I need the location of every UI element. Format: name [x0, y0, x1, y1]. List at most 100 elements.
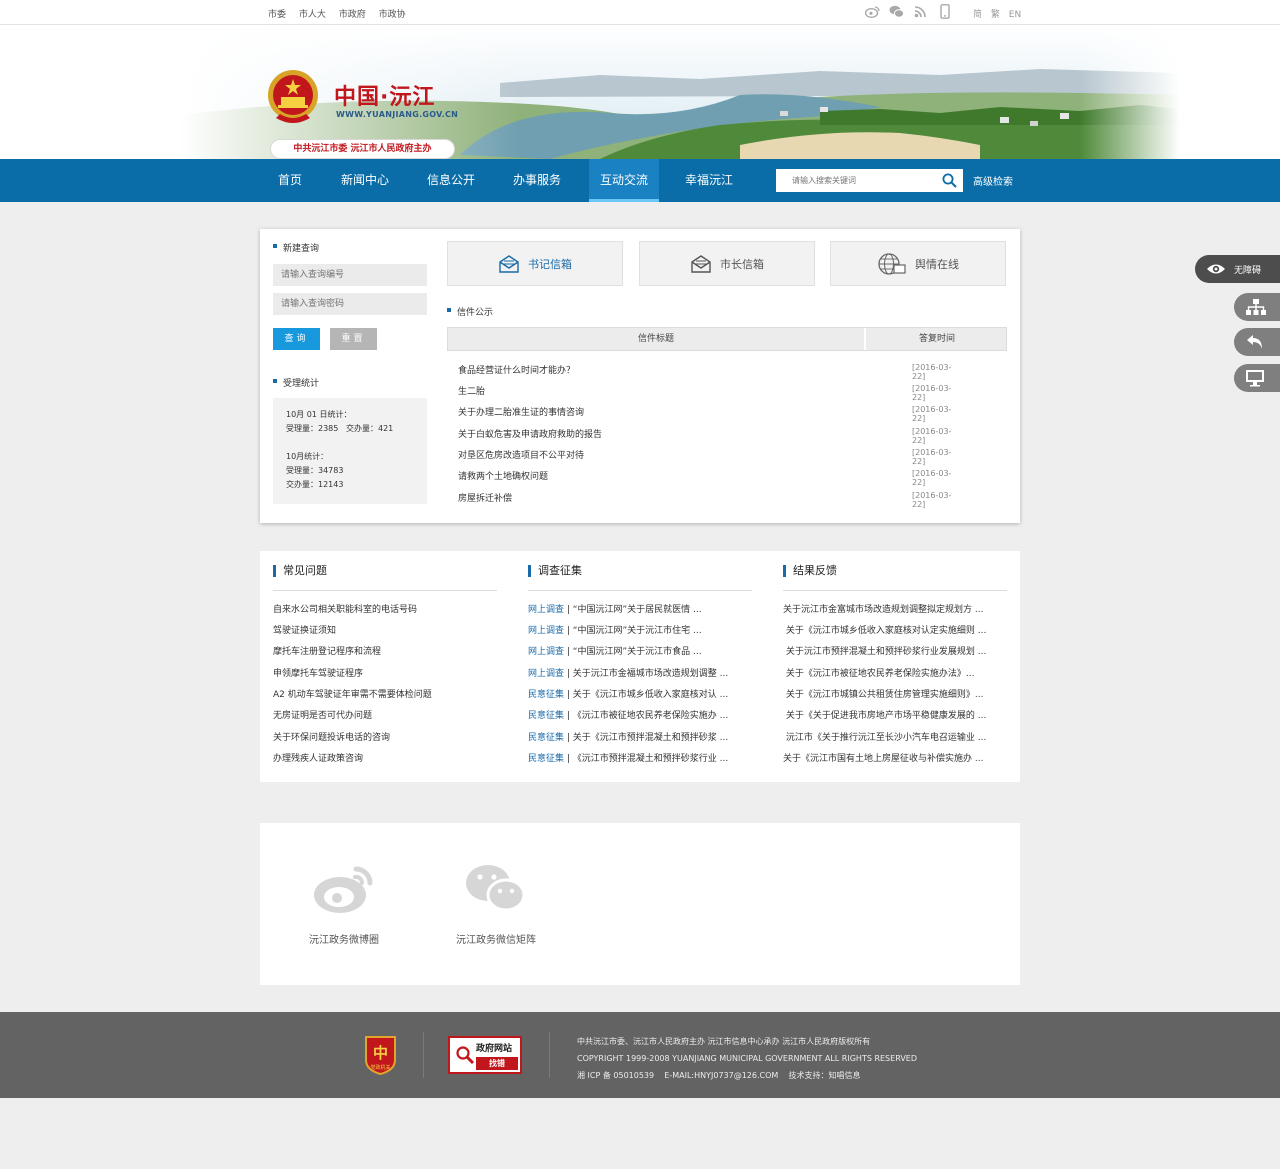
- top-links: 市委 市人大 市政府 市政协: [268, 7, 416, 20]
- survey-text[interactable]: “中国沅江网”关于居民就医情 ...: [573, 605, 702, 615]
- query-number-input[interactable]: [273, 264, 427, 286]
- top-link-cppcc[interactable]: 市政协: [379, 10, 406, 20]
- list-item[interactable]: 网上调查 | “中国沅江网”关于居民就医情 ...: [528, 602, 752, 623]
- site-url: WWW.YUANJIANG.GOV.CN: [336, 110, 459, 119]
- advanced-search-link[interactable]: 高级检索: [973, 173, 1013, 188]
- gov-site-error-button[interactable]: 政府网站 找错: [448, 1036, 522, 1074]
- list-item[interactable]: 民意征集 | 关于《沅江市城乡低收入家庭核对认 ...: [528, 687, 752, 708]
- query-button[interactable]: 查询: [273, 328, 320, 350]
- survey-text[interactable]: 关于《沅江市预拌混凝土和预拌砂浆 ...: [573, 733, 728, 743]
- survey-tag[interactable]: 民意征集: [528, 754, 564, 764]
- list-item[interactable]: 无房证明是否可代办问题: [273, 708, 497, 729]
- letter-row[interactable]: 房屋拆迁补偿 [2016-03-22]: [458, 491, 963, 512]
- query-password-input[interactable]: [273, 293, 427, 315]
- mayor-mailbox-button[interactable]: 市长信箱: [639, 241, 815, 286]
- list-item[interactable]: 关于《关于促进我市房地产市场平稳健康发展的 ...: [783, 708, 1007, 729]
- list-item[interactable]: 沅江市《关于推行沅江至长沙小汽车电召运输业 ...: [783, 730, 1007, 751]
- letter-row[interactable]: 食品经营证什么时间才能办？ [2016-03-22]: [458, 363, 963, 384]
- list-item[interactable]: 关于环保问题投诉电话的咨询: [273, 730, 497, 751]
- wechat-icon: [466, 865, 526, 912]
- survey-tag[interactable]: 民意征集: [528, 711, 564, 721]
- survey-tag[interactable]: 民意征集: [528, 690, 564, 700]
- list-item[interactable]: 民意征集 | 《沅江市被征地农民养老保险实施办 ...: [528, 708, 752, 729]
- lang-simplified[interactable]: 简: [973, 10, 982, 20]
- list-item[interactable]: 网上调查 | “中国沅江网”关于沅江市食品 ...: [528, 644, 752, 665]
- list-item[interactable]: 网上调查 | 关于沅江市金福城市场改造规划调整 ...: [528, 666, 752, 687]
- survey-text[interactable]: 《沅江市预拌混凝土和预拌砂浆行业 ...: [573, 754, 728, 764]
- sitemap-button[interactable]: [1234, 293, 1280, 321]
- letter-title[interactable]: 请救两个土地确权问题: [458, 472, 548, 482]
- site-title: 中国·沅江: [334, 85, 436, 110]
- stats-day-received: 受理量：2385: [286, 424, 339, 433]
- wechat-icon[interactable]: [889, 5, 904, 18]
- opinion-online-button[interactable]: 舆情在线: [830, 241, 1006, 286]
- list-item[interactable]: A2 机动车驾驶证年审需不需要体检问题: [273, 687, 497, 708]
- lang-english[interactable]: EN: [1009, 10, 1021, 20]
- list-item[interactable]: 民意征集 | 关于《沅江市预拌混凝土和预拌砂浆 ...: [528, 730, 752, 751]
- letter-row[interactable]: 关于办理二胎准生证的事情咨询 [2016-03-22]: [458, 405, 963, 426]
- survey-tag[interactable]: 网上调查: [528, 669, 564, 679]
- lang-traditional[interactable]: 繁: [991, 10, 1000, 20]
- survey-tag[interactable]: 网上调查: [528, 626, 564, 636]
- letter-title[interactable]: 关于办理二胎准生证的事情咨询: [458, 408, 584, 418]
- letter-row[interactable]: 关于白蚁危害及申请政府救助的报告 [2016-03-22]: [458, 427, 963, 448]
- host-badge: 中共沅江市委 沅江市人民政府主办: [270, 139, 455, 159]
- nav-info-public[interactable]: 信息公开: [421, 159, 481, 202]
- nav-interaction[interactable]: 互动交流: [589, 159, 659, 202]
- list-item[interactable]: 驾驶证换证须知: [273, 623, 497, 644]
- top-link-congress[interactable]: 市人大: [299, 10, 326, 20]
- letter-title[interactable]: 对垦区危房改造项目不公平对待: [458, 451, 584, 461]
- list-item[interactable]: 关于《沅江市被征地农民养老保险实施办法》...: [783, 666, 1007, 687]
- weibo-circle-link[interactable]: 沅江政务微博圈: [304, 863, 384, 946]
- footer-divider: [549, 1032, 550, 1078]
- nav-services[interactable]: 办事服务: [507, 159, 567, 202]
- national-emblem-icon: [268, 70, 318, 123]
- rss-icon[interactable]: [913, 5, 928, 18]
- survey-tag[interactable]: 民意征集: [528, 733, 564, 743]
- top-link-government[interactable]: 市政府: [339, 10, 366, 20]
- list-item[interactable]: 关于《沅江市国有土地上房屋征收与补偿实施办 ...: [783, 751, 1007, 772]
- back-button[interactable]: [1234, 328, 1280, 356]
- letter-row[interactable]: 生二胎 [2016-03-22]: [458, 384, 963, 405]
- survey-tag[interactable]: 网上调查: [528, 647, 564, 657]
- nav-news[interactable]: 新闻中心: [335, 159, 395, 202]
- list-item[interactable]: 办理残疾人证政策咨询: [273, 751, 497, 772]
- list-item[interactable]: 申领摩托车驾驶证程序: [273, 666, 497, 687]
- site-footer: 中 党政机关 政府网站 找错 中共沅江市委、沅江市人民政府主办 沅江市信息中心承…: [0, 1012, 1280, 1098]
- search-icon[interactable]: [942, 173, 957, 188]
- letter-row[interactable]: 对垦区危房改造项目不公平对待 [2016-03-22]: [458, 448, 963, 469]
- survey-text[interactable]: 《沅江市被征地农民养老保险实施办 ...: [573, 711, 728, 721]
- list-item[interactable]: 关于沅江市预拌混凝土和预拌砂浆行业发展规划 ...: [783, 644, 1007, 665]
- list-item[interactable]: 网上调查 | “中国沅江网”关于沅江市住宅 ...: [528, 623, 752, 644]
- survey-text[interactable]: 关于《沅江市城乡低收入家庭核对认 ...: [573, 690, 728, 700]
- top-link-party[interactable]: 市委: [268, 10, 286, 20]
- list-item[interactable]: 关于沅江市金富城市场改造规划调整拟定规划方 ...: [783, 602, 1007, 623]
- list-item[interactable]: 民意征集 | 《沅江市预拌混凝土和预拌砂浆行业 ...: [528, 751, 752, 772]
- letter-title[interactable]: 房屋拆迁补偿: [458, 494, 512, 504]
- accessibility-button[interactable]: 无障碍: [1195, 255, 1280, 283]
- letter-title[interactable]: 食品经营证什么时间才能办？: [458, 366, 575, 376]
- list-item[interactable]: 自来水公司相关职能科室的电话号码: [273, 602, 497, 623]
- accessibility-label: 无障碍: [1234, 265, 1262, 276]
- survey-text[interactable]: “中国沅江网”关于沅江市住宅 ...: [573, 626, 702, 636]
- mobile-icon[interactable]: [937, 4, 952, 19]
- reset-button[interactable]: 重置: [330, 328, 377, 350]
- list-item[interactable]: 关于《沅江市城镇公共租赁住房管理实施细则》...: [783, 687, 1007, 708]
- display-mode-button[interactable]: [1234, 364, 1280, 392]
- survey-tag[interactable]: 网上调查: [528, 605, 564, 615]
- nav-happy-yuanjiang[interactable]: 幸福沅江: [679, 159, 739, 202]
- list-item[interactable]: 摩托车注册登记程序和流程: [273, 644, 497, 665]
- weibo-icon[interactable]: [865, 5, 880, 18]
- list-item[interactable]: 关于《沅江市城乡低收入家庭核对认定实施细则 ...: [783, 623, 1007, 644]
- search-input[interactable]: [776, 169, 931, 192]
- svg-text:中: 中: [373, 1044, 388, 1062]
- wechat-matrix-link[interactable]: 沅江政务微信矩阵: [446, 863, 546, 946]
- secretary-mailbox-button[interactable]: 书记信箱: [447, 241, 623, 286]
- party-gov-badge-icon[interactable]: 中 党政机关: [363, 1034, 398, 1075]
- letter-row[interactable]: 请救两个土地确权问题 [2016-03-22]: [458, 469, 963, 490]
- letter-title[interactable]: 关于白蚁危害及申请政府救助的报告: [458, 430, 602, 440]
- survey-text[interactable]: 关于沅江市金福城市场改造规划调整 ...: [573, 669, 728, 679]
- letter-title[interactable]: 生二胎: [458, 387, 485, 397]
- survey-text[interactable]: “中国沅江网”关于沅江市食品 ...: [573, 647, 702, 657]
- nav-home[interactable]: 首页: [268, 159, 312, 202]
